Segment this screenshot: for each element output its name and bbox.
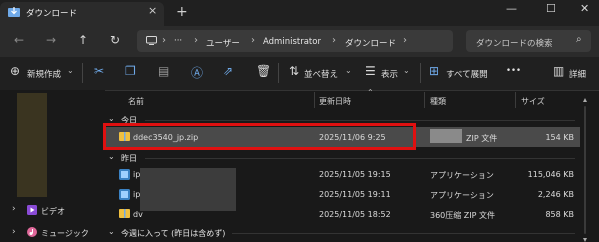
- copy-icon[interactable]: ❐: [125, 64, 136, 78]
- paste-icon[interactable]: ▤: [158, 64, 169, 78]
- up-button[interactable]: ↑: [78, 33, 88, 47]
- expand-all-icon: ⊞: [429, 64, 440, 78]
- file-modified: 2025/11/05 19:15: [319, 170, 391, 179]
- column-header-modified[interactable]: 更新日時: [319, 96, 351, 107]
- minimize-button[interactable]: —: [506, 2, 517, 15]
- sort-caret-icon: ⌃: [367, 88, 374, 97]
- delete-icon[interactable]: 🗑: [256, 64, 271, 78]
- download-folder-icon: [8, 7, 20, 17]
- new-icon: ⊕: [10, 64, 21, 78]
- chevron-down-icon: ⌄: [67, 66, 74, 75]
- share-icon[interactable]: ⇗: [223, 64, 233, 78]
- chevron-down-icon[interactable]: ⌄: [108, 227, 115, 236]
- file-type: 360压缩 ZIP 文件: [430, 211, 496, 220]
- breadcrumb-downloads[interactable]: ダウンロード: [345, 37, 396, 49]
- navigation-pane: [0, 90, 105, 242]
- tab-close-icon[interactable]: ×: [148, 4, 157, 17]
- view-button[interactable]: 表示: [381, 68, 398, 80]
- video-folder-icon: [27, 205, 37, 215]
- search-icon: ⌕: [576, 34, 582, 45]
- more-options-button[interactable]: •••: [506, 66, 521, 76]
- details-icon: ▥: [553, 64, 565, 78]
- sidebar-item-videos[interactable]: ビデオ: [41, 206, 65, 217]
- file-modified: 2025/11/05 19:11: [319, 190, 391, 199]
- redacted-area: [140, 168, 236, 211]
- chevron-down-icon: ⌄: [345, 66, 352, 75]
- close-window-button[interactable]: ✕: [580, 2, 589, 15]
- search-placeholder: ダウンロードの検索: [476, 39, 553, 49]
- back-button[interactable]: ←: [14, 33, 24, 47]
- chevron-right-icon[interactable]: ›: [12, 204, 16, 214]
- column-header-type[interactable]: 種類: [430, 96, 446, 107]
- app-icon: [119, 189, 130, 200]
- file-size: 858 KB: [545, 210, 574, 219]
- sidebar-item-music[interactable]: ミュージック: [41, 228, 89, 239]
- file-type: ZIP 文件: [466, 134, 498, 143]
- app-icon: [119, 169, 130, 180]
- maximize-button[interactable]: ☐: [546, 2, 556, 15]
- new-button[interactable]: 新規作成: [27, 68, 61, 80]
- scrollbar[interactable]: [583, 98, 587, 242]
- breadcrumb-administrator[interactable]: Administrator: [263, 37, 321, 47]
- monitor-icon: [146, 36, 157, 45]
- column-header-name[interactable]: 名前: [128, 96, 144, 107]
- expand-all-button[interactable]: すべて展開: [446, 68, 488, 80]
- group-header-yesterday[interactable]: 昨日: [121, 153, 137, 164]
- rename-icon[interactable]: Ⓐ: [191, 64, 203, 81]
- sort-icon: ⇅: [289, 64, 300, 78]
- file-size: 154 KB: [545, 133, 574, 142]
- highlight-box: [103, 123, 416, 150]
- sort-button[interactable]: 並べ替え: [304, 68, 338, 80]
- file-type: アプリケーション: [430, 191, 494, 200]
- details-button[interactable]: 詳細: [569, 68, 586, 80]
- redacted-nav-area: [17, 93, 47, 197]
- music-folder-icon: [27, 227, 37, 237]
- view-icon: ☰: [365, 64, 376, 78]
- file-name: dv: [133, 210, 143, 219]
- forward-button[interactable]: →: [46, 33, 56, 47]
- breadcrumb-ellipsis[interactable]: ···: [174, 36, 182, 46]
- tab-title: ダウンロード: [26, 9, 78, 19]
- breadcrumb-users[interactable]: ユーザー: [206, 37, 240, 49]
- cut-icon[interactable]: ✂: [94, 64, 104, 78]
- chevron-down-icon[interactable]: ⌄: [108, 152, 115, 161]
- column-header-size[interactable]: サイズ: [521, 96, 545, 107]
- new-tab-button[interactable]: +: [176, 4, 188, 20]
- file-size: 2,246 KB: [537, 190, 574, 199]
- zip-icon: [119, 209, 130, 218]
- file-type: アプリケーション: [430, 171, 494, 180]
- chevron-down-icon: ⌄: [403, 66, 410, 75]
- chevron-down-icon[interactable]: ⌄: [108, 114, 115, 123]
- chevron-right-icon[interactable]: ›: [12, 227, 16, 237]
- group-header-earlier-this-week[interactable]: 今週に入って (昨日は含めず): [121, 228, 225, 239]
- redacted-text: [430, 129, 462, 143]
- refresh-button[interactable]: ↻: [110, 33, 120, 47]
- file-size: 115,046 KB: [527, 170, 574, 179]
- file-modified: 2025/11/05 18:52: [319, 210, 391, 219]
- tab-downloads[interactable]: [0, 2, 164, 26]
